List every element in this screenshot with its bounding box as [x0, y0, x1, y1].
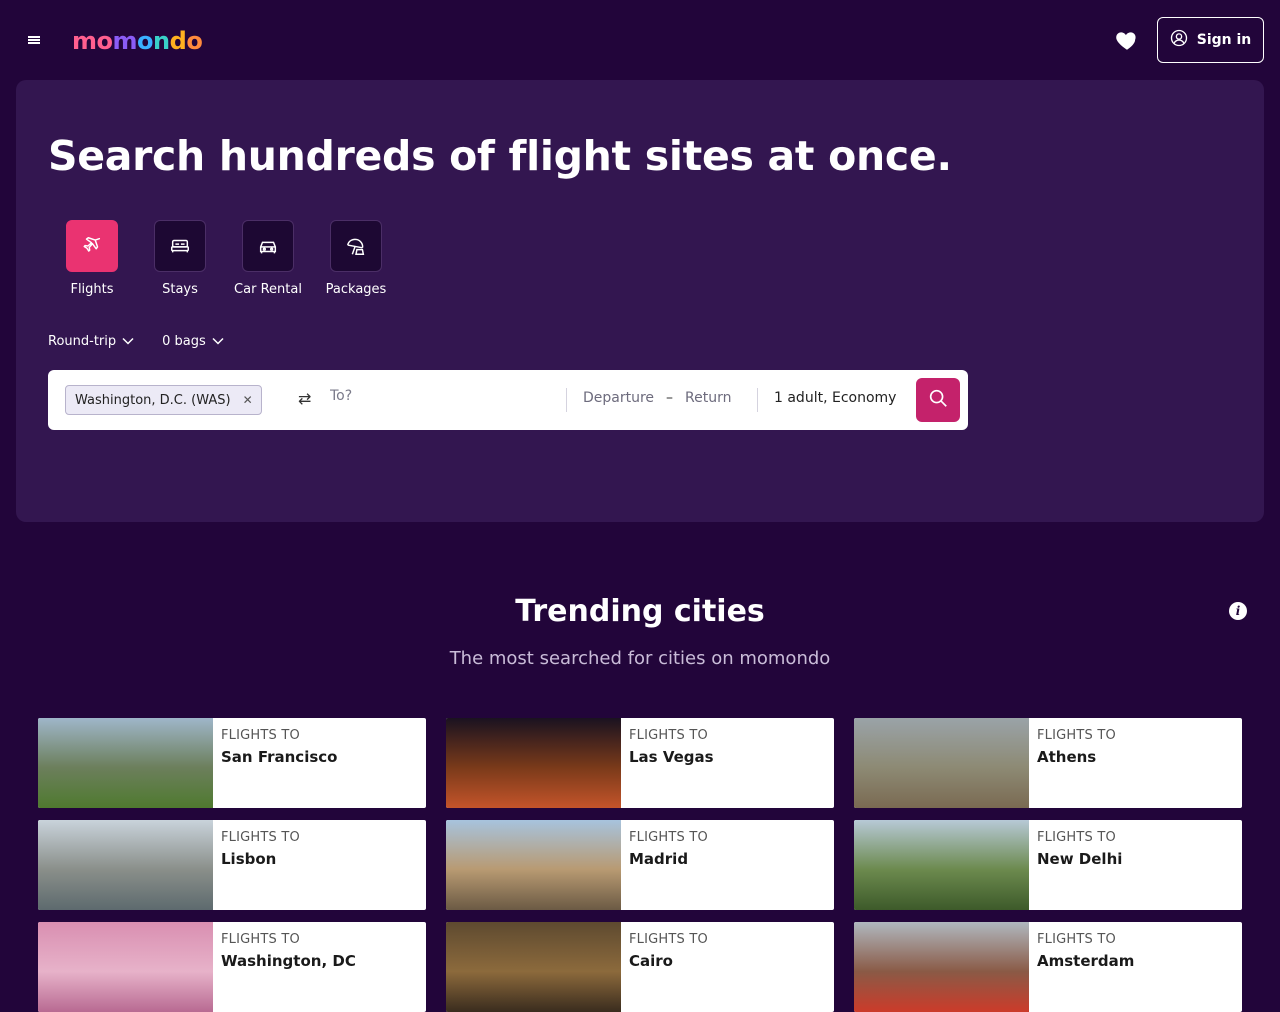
city-card[interactable]: FLIGHTS TO San Francisco: [38, 718, 426, 808]
chevron-down-icon: [122, 334, 134, 349]
city-photo: [854, 718, 1029, 808]
city-card-text: FLIGHTS TO San Francisco: [213, 718, 345, 808]
info-icon[interactable]: i: [1229, 602, 1247, 620]
flights-to-label: FLIGHTS TO: [1037, 932, 1116, 947]
date-separator: –: [666, 390, 674, 406]
tab-packages[interactable]: Packages: [312, 220, 400, 297]
city-name: Lisbon: [221, 850, 277, 868]
city-photo: [446, 922, 621, 1012]
city-photo: [38, 922, 213, 1012]
city-name: Washington, DC: [221, 952, 356, 970]
beach-umbrella-icon: [330, 220, 382, 272]
trip-options: Round-trip 0 bags: [48, 334, 224, 349]
city-card[interactable]: FLIGHTS TO Cairo: [446, 922, 834, 1012]
flights-to-label: FLIGHTS TO: [221, 830, 300, 845]
city-photo: [38, 820, 213, 910]
tab-packages-label: Packages: [325, 282, 387, 297]
origin-value: Washington, D.C. (WAS): [75, 392, 231, 408]
search-icon: [927, 387, 949, 413]
city-photo: [854, 820, 1029, 910]
tab-car-rental[interactable]: Car Rental: [224, 220, 312, 297]
city-card-text: FLIGHTS TO Las Vegas: [621, 718, 722, 808]
top-bar: momondo Sign in: [0, 0, 1280, 80]
date-range: Departure – Return: [583, 390, 732, 406]
sign-in-label: Sign in: [1196, 32, 1252, 48]
trending-subtitle: The most searched for cities on momondo: [449, 648, 831, 669]
city-name: Madrid: [629, 850, 689, 868]
hero-search-panel: Search hundreds of flight sites at once.…: [16, 80, 1264, 522]
trip-type-dropdown[interactable]: Round-trip: [48, 334, 134, 349]
city-name: New Delhi: [1037, 850, 1123, 868]
city-photo: [446, 820, 621, 910]
city-name: Athens: [1037, 748, 1097, 766]
destination-input[interactable]: [330, 388, 550, 404]
city-photo: [446, 718, 621, 808]
city-name: Las Vegas: [629, 748, 714, 766]
flights-to-label: FLIGHTS TO: [629, 728, 708, 743]
tab-car-rental-label: Car Rental: [234, 282, 302, 297]
city-card[interactable]: FLIGHTS TO Lisbon: [38, 820, 426, 910]
tab-stays-label: Stays: [162, 282, 198, 297]
flights-to-label: FLIGHTS TO: [1037, 830, 1116, 845]
plane-icon: [66, 220, 118, 272]
tab-stays[interactable]: Stays: [136, 220, 224, 297]
travelers-class-selector[interactable]: 1 adult, Economy: [774, 390, 896, 406]
flights-to-label: FLIGHTS TO: [629, 830, 708, 845]
trending-cities-grid: FLIGHTS TO San Francisco FLIGHTS TO Las Veg…: [38, 718, 1242, 1012]
trending-title: Trending cities: [515, 594, 765, 629]
city-card[interactable]: FLIGHTS TO Athens: [854, 718, 1242, 808]
search-button[interactable]: [916, 378, 960, 422]
city-card-text: FLIGHTS TO Cairo: [621, 922, 716, 1012]
city-card-text: FLIGHTS TO Washington, DC: [213, 922, 364, 1012]
chevron-down-icon: [212, 334, 224, 349]
sign-in-button[interactable]: Sign in: [1157, 17, 1264, 63]
city-name: Cairo: [629, 952, 673, 970]
momondo-logo[interactable]: momondo: [72, 27, 203, 55]
car-icon: [242, 220, 294, 272]
bags-value: 0 bags: [162, 334, 206, 349]
city-card-text: FLIGHTS TO Amsterdam: [1029, 922, 1142, 1012]
menu-icon[interactable]: [22, 28, 46, 52]
swap-icon[interactable]: ⇄: [298, 389, 311, 408]
city-photo: [38, 718, 213, 808]
flights-to-label: FLIGHTS TO: [221, 728, 300, 743]
city-card[interactable]: FLIGHTS TO Washington, DC: [38, 922, 426, 1012]
close-icon[interactable]: ✕: [243, 393, 253, 407]
favorites-heart-icon[interactable]: [1114, 27, 1140, 53]
field-divider: [757, 388, 758, 412]
bags-dropdown[interactable]: 0 bags: [162, 334, 224, 349]
city-card-text: FLIGHTS TO Madrid: [621, 820, 716, 910]
city-name: San Francisco: [221, 748, 338, 766]
origin-chip[interactable]: Washington, D.C. (WAS) ✕: [65, 385, 262, 415]
city-card[interactable]: FLIGHTS TO Amsterdam: [854, 922, 1242, 1012]
trip-type-value: Round-trip: [48, 334, 117, 349]
flights-to-label: FLIGHTS TO: [221, 932, 300, 947]
city-card[interactable]: FLIGHTS TO Las Vegas: [446, 718, 834, 808]
flights-to-label: FLIGHTS TO: [1037, 728, 1116, 743]
page-title: Search hundreds of flight sites at once.: [48, 132, 952, 180]
city-name: Amsterdam: [1037, 952, 1135, 970]
city-card-text: FLIGHTS TO New Delhi: [1029, 820, 1130, 910]
flights-to-label: FLIGHTS TO: [629, 932, 708, 947]
return-date-field[interactable]: Return: [685, 390, 731, 406]
departure-date-field[interactable]: Departure: [583, 390, 654, 406]
vertical-tabs: Flights Stays Car Rental Packages: [48, 220, 400, 297]
user-icon: [1170, 29, 1188, 51]
flight-search-form: Washington, D.C. (WAS) ✕ ⇄ Departure – R…: [48, 370, 968, 430]
field-divider: [566, 388, 567, 412]
city-card[interactable]: FLIGHTS TO Madrid: [446, 820, 834, 910]
bed-icon: [154, 220, 206, 272]
city-photo: [854, 922, 1029, 1012]
tab-flights-label: Flights: [70, 282, 114, 297]
city-card[interactable]: FLIGHTS TO New Delhi: [854, 820, 1242, 910]
city-card-text: FLIGHTS TO Athens: [1029, 718, 1124, 808]
city-card-text: FLIGHTS TO Lisbon: [213, 820, 308, 910]
tab-flights[interactable]: Flights: [48, 220, 136, 297]
